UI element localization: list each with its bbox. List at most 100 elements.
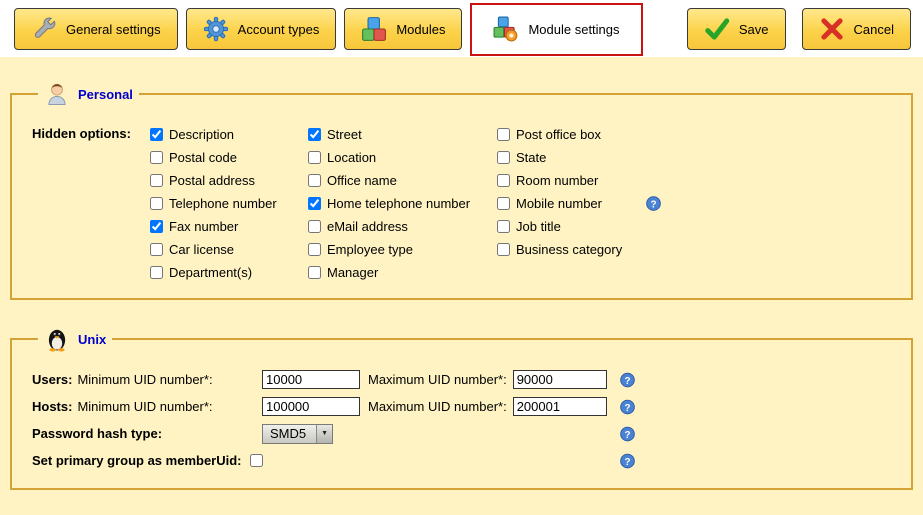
module-settings-icon bbox=[493, 16, 519, 42]
users-uid-row: Users: Minimum UID number*: Maximum UID … bbox=[32, 366, 893, 393]
help-icon[interactable]: ? bbox=[646, 196, 661, 211]
general-settings-button[interactable]: General settings bbox=[14, 8, 178, 50]
checkbox-row-car-license[interactable]: Car license bbox=[150, 238, 308, 261]
tux-penguin-icon bbox=[44, 326, 70, 352]
email-address-checkbox[interactable] bbox=[308, 220, 321, 233]
personal-section-title: Personal bbox=[78, 87, 133, 102]
checkbox-label: eMail address bbox=[327, 219, 408, 234]
employee-type-checkbox[interactable] bbox=[308, 243, 321, 256]
help-icon[interactable]: ? bbox=[620, 426, 635, 441]
checkbox-label: Job title bbox=[516, 219, 561, 234]
help-icon[interactable]: ? bbox=[620, 399, 635, 414]
modules-cubes-icon bbox=[361, 16, 387, 42]
checkbox-row-description[interactable]: Description bbox=[150, 123, 308, 146]
description-checkbox[interactable] bbox=[150, 128, 163, 141]
checkbox-row-post-office-box[interactable]: Post office box bbox=[497, 123, 661, 146]
street-checkbox[interactable] bbox=[308, 128, 321, 141]
checkbox-label: State bbox=[516, 150, 546, 165]
checkbox-row-street[interactable]: Street bbox=[308, 123, 497, 146]
personal-section: Personal Hidden options: Description Pos… bbox=[10, 81, 913, 300]
hosts-label: Hosts: bbox=[32, 399, 72, 414]
fax-number-checkbox[interactable] bbox=[150, 220, 163, 233]
unix-section-header: Unix bbox=[38, 326, 112, 352]
checkbox-row-fax-number[interactable]: Fax number bbox=[150, 215, 308, 238]
checkbox-label: Employee type bbox=[327, 242, 413, 257]
save-label: Save bbox=[739, 22, 769, 37]
users-min-uid-label: Minimum UID number*: bbox=[77, 372, 212, 387]
state-checkbox[interactable] bbox=[497, 151, 510, 164]
checkbox-row-postal-address[interactable]: Postal address bbox=[150, 169, 308, 192]
users-min-uid-input[interactable] bbox=[262, 370, 360, 389]
departments-checkbox[interactable] bbox=[150, 266, 163, 279]
postal-code-checkbox[interactable] bbox=[150, 151, 163, 164]
checkbox-label: Postal code bbox=[169, 150, 237, 165]
checkbox-row-mobile-number[interactable]: Mobile number ? bbox=[497, 192, 661, 215]
checkbox-row-state[interactable]: State bbox=[497, 146, 661, 169]
users-max-uid-input[interactable] bbox=[513, 370, 607, 389]
checkbox-label: Post office box bbox=[516, 127, 601, 142]
postal-address-checkbox[interactable] bbox=[150, 174, 163, 187]
checkbox-label: Telephone number bbox=[169, 196, 277, 211]
business-category-checkbox[interactable] bbox=[497, 243, 510, 256]
post-office-box-checkbox[interactable] bbox=[497, 128, 510, 141]
member-uid-checkbox[interactable] bbox=[250, 454, 263, 467]
hosts-max-uid-input[interactable] bbox=[513, 397, 607, 416]
mobile-number-checkbox[interactable] bbox=[497, 197, 510, 210]
account-types-button[interactable]: Account types bbox=[186, 8, 337, 50]
modules-button[interactable]: Modules bbox=[344, 8, 462, 50]
hidden-options-label: Hidden options: bbox=[32, 123, 150, 284]
toolbar: General settings Account types bbox=[0, 0, 923, 57]
checkbox-row-office-name[interactable]: Office name bbox=[308, 169, 497, 192]
checkbox-row-job-title[interactable]: Job title bbox=[497, 215, 661, 238]
checkbox-row-room-number[interactable]: Room number bbox=[497, 169, 661, 192]
member-uid-row: Set primary group as memberUid: ? bbox=[32, 447, 893, 474]
checkbox-row-employee-type[interactable]: Employee type bbox=[308, 238, 497, 261]
gear-icon bbox=[203, 16, 229, 42]
checkbox-row-telephone-number[interactable]: Telephone number bbox=[150, 192, 308, 215]
svg-text:?: ? bbox=[624, 375, 630, 386]
svg-text:?: ? bbox=[624, 456, 630, 467]
help-icon[interactable]: ? bbox=[620, 372, 635, 387]
office-name-checkbox[interactable] bbox=[308, 174, 321, 187]
checkbox-column-3: Post office box State Room number Mobile… bbox=[497, 123, 661, 284]
checkbox-row-location[interactable]: Location bbox=[308, 146, 497, 169]
cancel-button[interactable]: Cancel bbox=[802, 8, 911, 50]
wrench-icon bbox=[31, 16, 57, 42]
checkbox-label: Description bbox=[169, 127, 234, 142]
checkbox-row-postal-code[interactable]: Postal code bbox=[150, 146, 308, 169]
checkbox-label: Business category bbox=[516, 242, 622, 257]
svg-text:?: ? bbox=[624, 429, 630, 440]
module-settings-button[interactable]: Module settings bbox=[476, 8, 636, 50]
person-icon bbox=[44, 81, 70, 107]
location-checkbox[interactable] bbox=[308, 151, 321, 164]
cancel-x-icon bbox=[819, 16, 845, 42]
checkbox-row-manager[interactable]: Manager bbox=[308, 261, 497, 284]
checkbox-row-business-category[interactable]: Business category bbox=[497, 238, 661, 261]
checkbox-row-email-address[interactable]: eMail address bbox=[308, 215, 497, 238]
checkbox-label: Car license bbox=[169, 242, 234, 257]
checkbox-column-2: Street Location Office name Home telepho… bbox=[308, 123, 497, 284]
manager-checkbox[interactable] bbox=[308, 266, 321, 279]
save-button[interactable]: Save bbox=[687, 8, 786, 50]
password-hash-select[interactable]: SMD5 ▼ bbox=[262, 424, 333, 444]
content-area: Personal Hidden options: Description Pos… bbox=[0, 57, 923, 515]
hosts-uid-row: Hosts: Minimum UID number*: Maximum UID … bbox=[32, 393, 893, 420]
checkbox-column-1: Description Postal code Postal address T… bbox=[150, 123, 308, 284]
checkbox-label: Location bbox=[327, 150, 376, 165]
chevron-down-icon: ▼ bbox=[316, 425, 332, 443]
checkbox-row-departments[interactable]: Department(s) bbox=[150, 261, 308, 284]
unix-section: Unix Users: Minimum UID number*: Maximum… bbox=[10, 326, 913, 490]
hosts-min-uid-input[interactable] bbox=[262, 397, 360, 416]
home-telephone-number-checkbox[interactable] bbox=[308, 197, 321, 210]
telephone-number-checkbox[interactable] bbox=[150, 197, 163, 210]
unix-section-title: Unix bbox=[78, 332, 106, 347]
password-hash-selected-value: SMD5 bbox=[270, 425, 306, 443]
checkbox-row-home-telephone-number[interactable]: Home telephone number bbox=[308, 192, 497, 215]
help-icon[interactable]: ? bbox=[620, 453, 635, 468]
cancel-label: Cancel bbox=[854, 22, 894, 37]
users-max-uid-label: Maximum UID number*: bbox=[368, 372, 507, 387]
job-title-checkbox[interactable] bbox=[497, 220, 510, 233]
room-number-checkbox[interactable] bbox=[497, 174, 510, 187]
checkbox-label: Office name bbox=[327, 173, 397, 188]
car-license-checkbox[interactable] bbox=[150, 243, 163, 256]
